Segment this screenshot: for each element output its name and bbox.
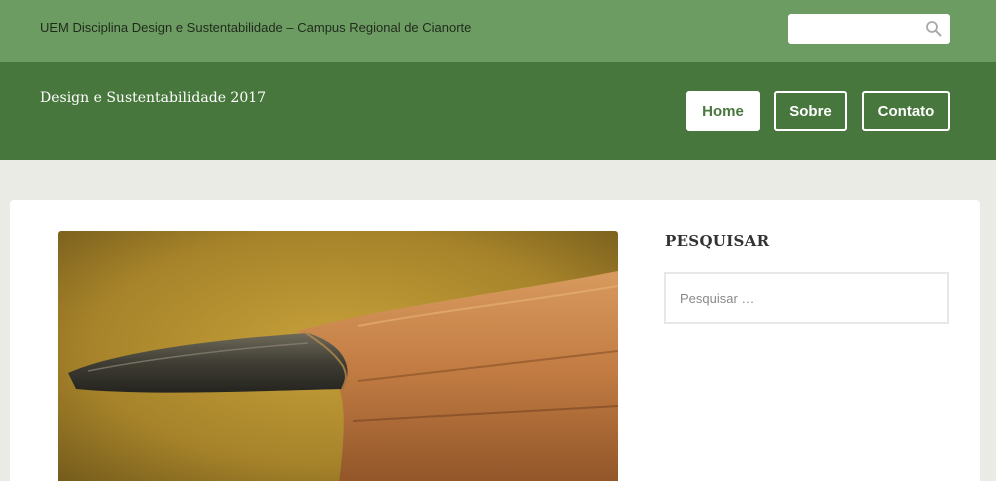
top-bar: UEM Disciplina Design e Sustentabilidade… bbox=[0, 0, 996, 62]
site-description: UEM Disciplina Design e Sustentabilidade… bbox=[40, 20, 472, 35]
sidebar-search-input[interactable] bbox=[664, 272, 949, 324]
search-widget-title: PESQUISAR bbox=[665, 232, 770, 250]
search-icon[interactable] bbox=[925, 20, 943, 38]
header-search-input[interactable] bbox=[788, 14, 920, 44]
featured-image[interactable] bbox=[58, 231, 618, 481]
content-panel: PESQUISAR bbox=[10, 200, 980, 481]
site-header: Design e Sustentabilidade 2017 Home Sobr… bbox=[0, 62, 996, 160]
header-search-box[interactable] bbox=[788, 14, 950, 44]
nav-sobre-button[interactable]: Sobre bbox=[774, 91, 847, 131]
pencil-photo bbox=[58, 231, 618, 481]
site-title-link[interactable]: Design e Sustentabilidade 2017 bbox=[40, 90, 266, 106]
nav-contato-button[interactable]: Contato bbox=[862, 91, 950, 131]
nav-home-button[interactable]: Home bbox=[686, 91, 760, 131]
